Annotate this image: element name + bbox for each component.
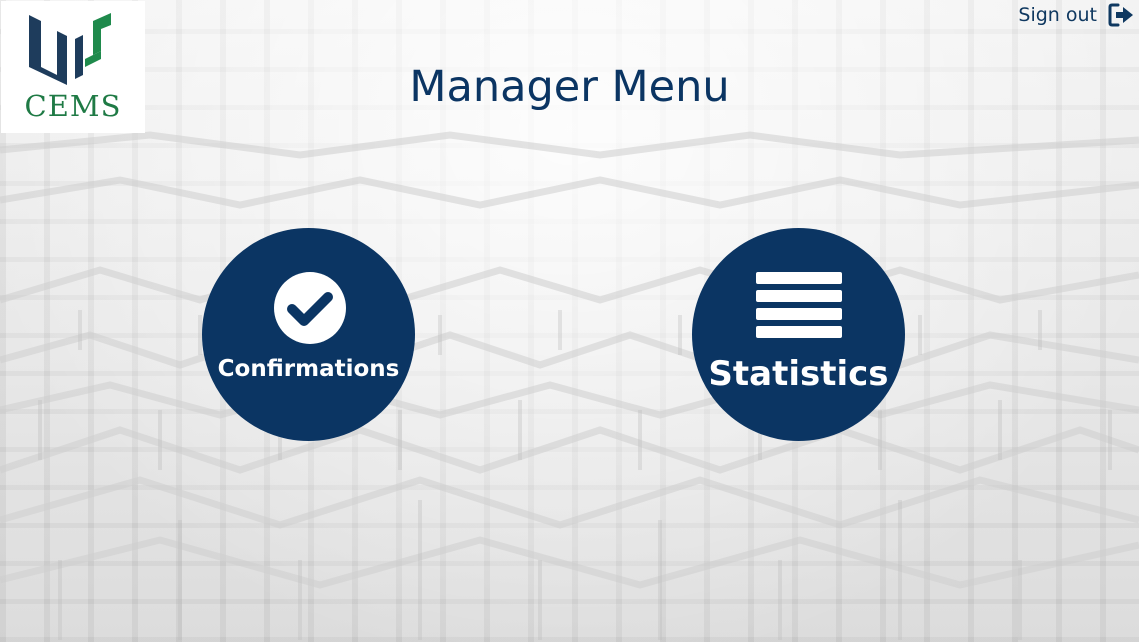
page-title: Manager Menu bbox=[409, 62, 730, 112]
list-icon bbox=[756, 272, 842, 338]
statistics-button[interactable]: Statistics bbox=[692, 228, 905, 441]
check-circle-icon bbox=[274, 272, 346, 344]
sign-out-label: Sign out bbox=[1018, 4, 1097, 26]
statistics-label: Statistics bbox=[708, 354, 889, 394]
confirmations-label: Confirmations bbox=[217, 356, 400, 382]
sign-out-icon bbox=[1108, 3, 1133, 27]
confirmations-button[interactable]: Confirmations bbox=[202, 228, 415, 441]
sign-out-button[interactable]: Sign out bbox=[1018, 2, 1135, 28]
